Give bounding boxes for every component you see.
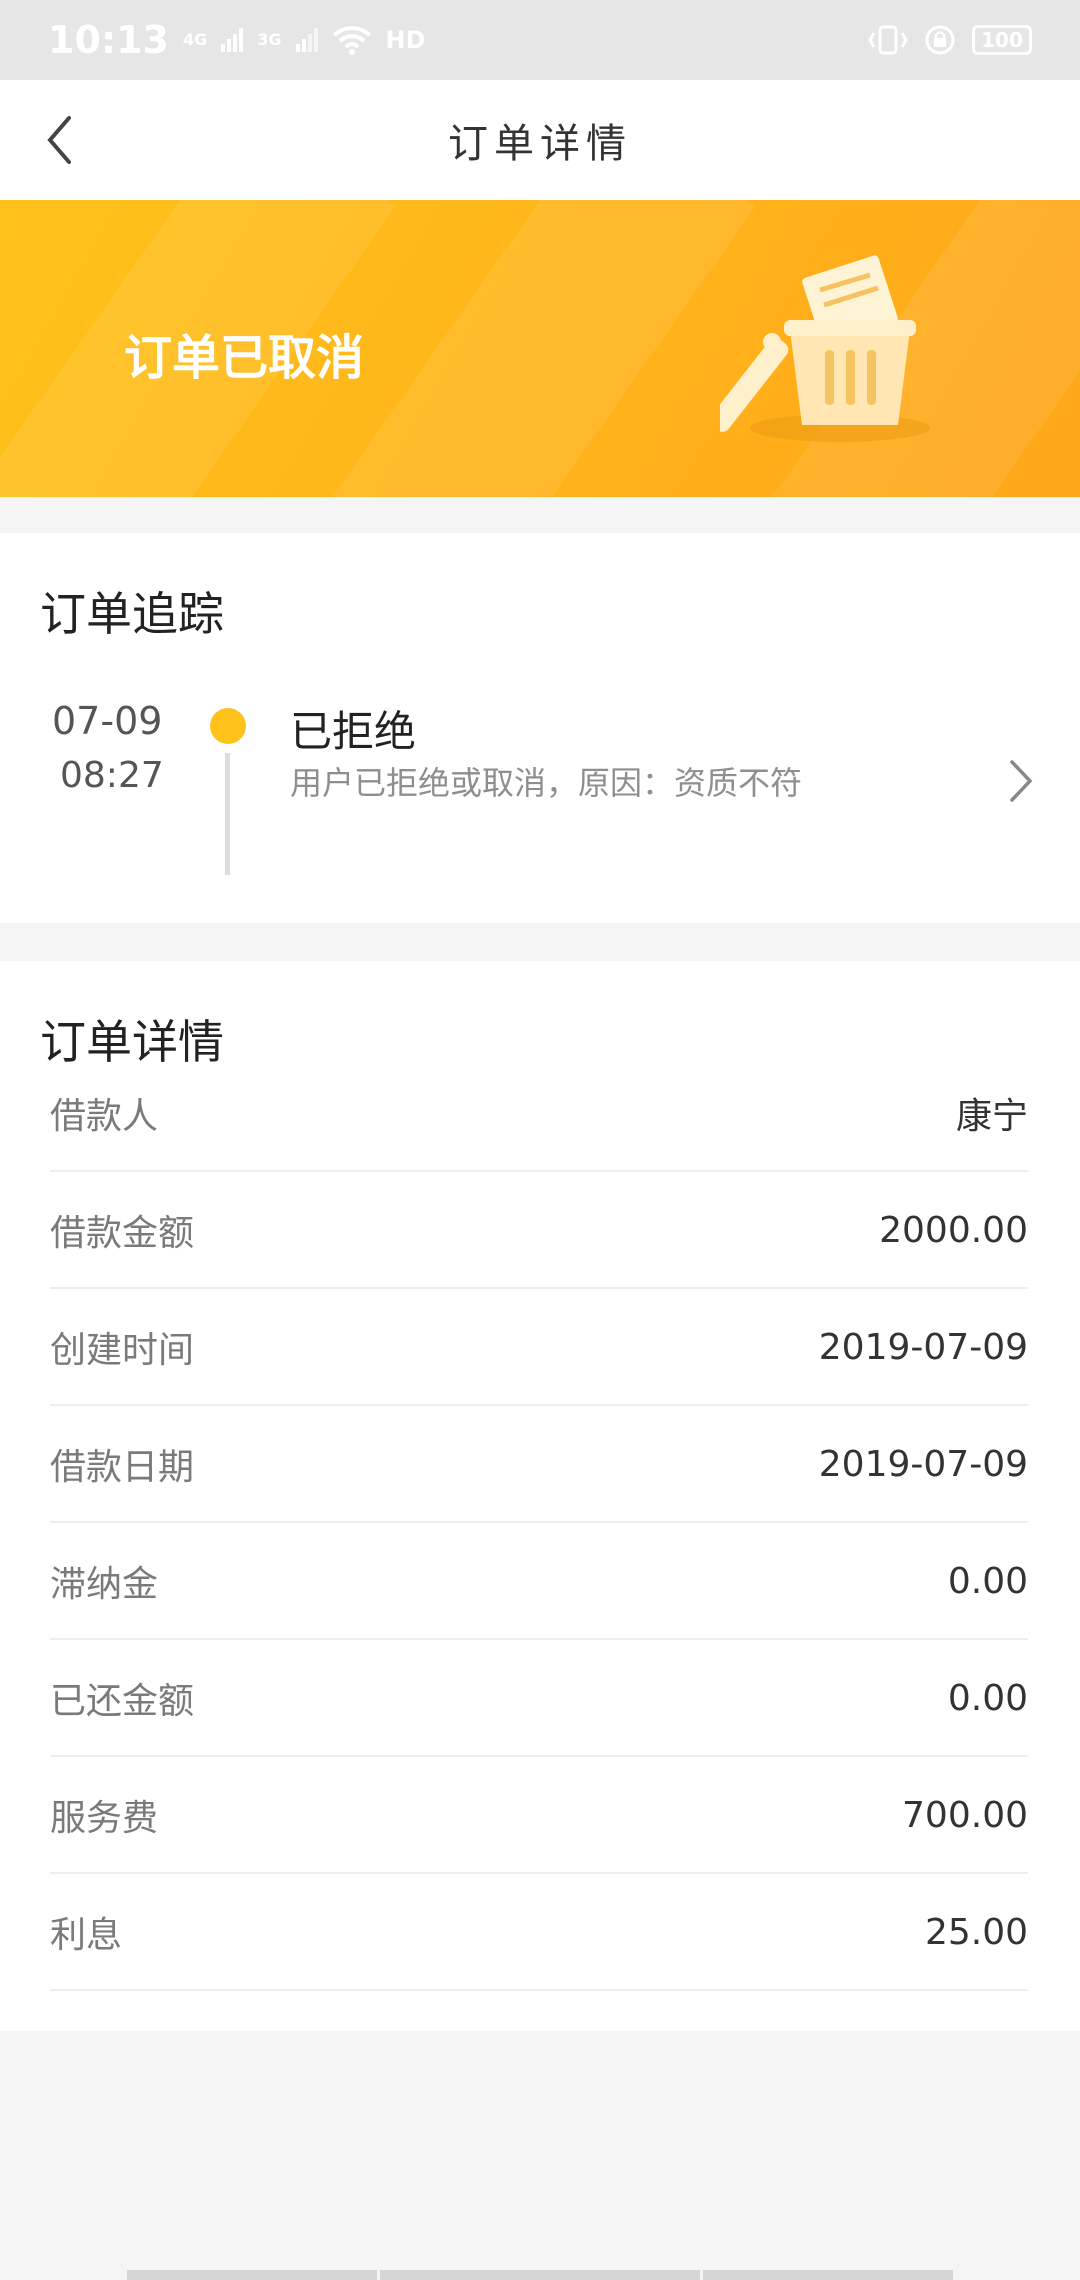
wifi-icon [332,26,371,55]
chevron-right-icon[interactable] [1006,759,1036,803]
detail-value: 2019-07-09 [818,1326,1028,1368]
detail-row-borrower: 借款人 康宁 [50,1056,1028,1172]
order-tracking-section: 订单追踪 07-09 08:27 已拒绝 用户已拒绝或取消，原因：资质不符 [0,533,1080,923]
hd-label: HD [385,26,426,54]
section-title-tracking: 订单追踪 [40,587,224,641]
status-bar: 10:13 4G 3G HD 100 [0,0,1080,80]
network-4g-label: 4G [182,30,208,49]
detail-row-created-time: 创建时间 2019-07-09 [50,1290,1028,1406]
detail-row-repaid-amount: 已还金额 0.00 [50,1641,1028,1757]
detail-value: 0.00 [947,1560,1028,1602]
vibrate-icon [868,25,908,55]
detail-label: 利息 [50,1915,123,1956]
order-detail-screen: 10:13 4G 3G HD 100 订单详情 订单已取消 订单追踪 07-09… [0,0,1080,2280]
lock-rotation-icon [925,25,955,55]
detail-label: 滞纳金 [50,1564,159,1605]
order-details-section: 订单详情 借款人 康宁 借款金额 2000.00 创建时间 2019-07-09… [0,961,1080,2031]
detail-label: 服务费 [50,1798,159,1839]
detail-row-late-fee: 滞纳金 0.00 [50,1524,1028,1640]
detail-value: 康宁 [955,1096,1028,1137]
tracking-date: 07-09 [52,699,163,743]
page-title: 订单详情 [448,121,632,167]
bottom-nav-hint [127,2270,377,2280]
detail-value: 2019-07-09 [818,1443,1028,1485]
detail-value: 0.00 [947,1677,1028,1719]
battery-indicator: 100 [972,25,1032,55]
trash-can-icon [720,255,930,442]
timeline-line [225,753,230,875]
order-status-text: 订单已取消 [124,330,365,386]
bottom-nav-hint [703,2270,953,2280]
status-right: 100 [868,24,1032,56]
detail-label: 借款金额 [50,1213,195,1254]
signal-icon [295,28,318,52]
nav-bar: 订单详情 [0,80,1080,200]
order-status-banner: 订单已取消 [0,200,1080,497]
status-time: 10:13 [48,18,169,62]
detail-row-service-fee: 服务费 700.00 [50,1758,1028,1874]
tracking-status: 已拒绝 [290,707,417,756]
network-3g-label: 3G [257,30,282,49]
detail-value: 25.00 [924,1911,1028,1953]
detail-row-loan-amount: 借款金额 2000.00 [50,1173,1028,1289]
detail-row-loan-date: 借款日期 2019-07-09 [50,1407,1028,1523]
detail-row-interest: 利息 25.00 [50,1875,1028,1991]
detail-label: 借款人 [50,1096,159,1137]
detail-value: 2000.00 [879,1209,1028,1251]
detail-label: 借款日期 [50,1447,195,1488]
bottom-nav-hint [380,2270,700,2280]
chevron-left-icon [47,116,71,164]
detail-label: 已还金额 [50,1681,195,1722]
signal-icon [221,28,244,52]
status-left: 10:13 4G 3G HD [48,18,426,62]
detail-value: 700.00 [902,1794,1028,1836]
tracking-time: 08:27 [60,755,164,796]
detail-label: 创建时间 [50,1330,195,1371]
back-button[interactable] [30,110,90,170]
timeline-dot [210,708,246,744]
tracking-description: 用户已拒绝或取消，原因：资质不符 [290,764,803,802]
